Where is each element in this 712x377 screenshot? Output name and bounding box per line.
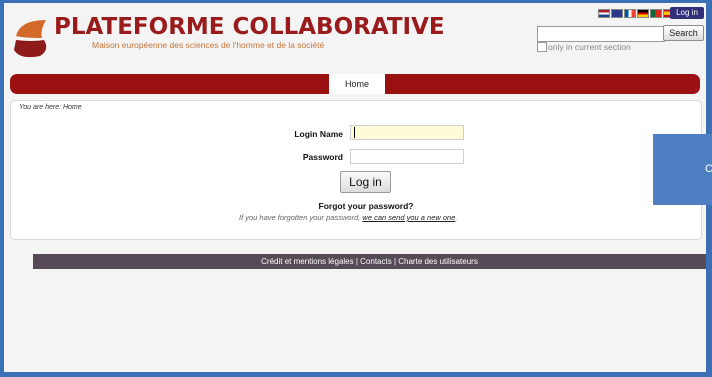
search-button[interactable]: Search (663, 25, 704, 41)
login-name-label: Login Name (294, 129, 343, 139)
brand-title: PLATEFORME COLLABORATIVE (54, 14, 445, 40)
send-new-password-link[interactable]: we can send you a new one (362, 213, 455, 222)
language-selector (598, 9, 675, 18)
main-navbar: Home (10, 74, 700, 94)
overlay-glyph: C (705, 163, 712, 175)
footer-links[interactable]: Crédit et mentions légales | Contacts | … (33, 254, 706, 269)
breadcrumb: You are here: Home (19, 104, 82, 111)
forgot-password-note: If you have forgotten your password, we … (239, 213, 457, 222)
login-panel: You are here: Home Login Name Password L… (10, 100, 702, 240)
nav-tab-home[interactable]: Home (329, 74, 385, 94)
search-input[interactable] (537, 26, 665, 42)
login-submit-button[interactable]: Log in (340, 171, 391, 193)
password-label: Password (302, 152, 343, 162)
forgot-password-title: Forgot your password? (318, 201, 414, 211)
overlay-panel: C (653, 134, 712, 205)
flag-pt-icon[interactable] (650, 9, 662, 18)
brand-subtitle: Maison européenne des sciences de l'homm… (92, 40, 325, 50)
flag-nl-icon[interactable] (598, 9, 610, 18)
flag-de-icon[interactable] (637, 9, 649, 18)
header-login-link[interactable]: Log in (670, 7, 704, 19)
login-name-field[interactable] (350, 125, 464, 140)
flag-fr-icon[interactable] (624, 9, 636, 18)
text-caret (354, 127, 355, 138)
browser-viewport: PLATEFORME COLLABORATIVE Maison européen… (4, 3, 706, 372)
forgot-note-suffix: . (455, 213, 458, 222)
forgot-note-prefix: If you have forgotten your password, (239, 213, 363, 222)
flag-en-icon[interactable] (611, 9, 623, 18)
password-field[interactable] (350, 149, 464, 164)
current-section-checkbox[interactable] (537, 42, 547, 52)
current-section-label: only in current section (548, 42, 631, 52)
